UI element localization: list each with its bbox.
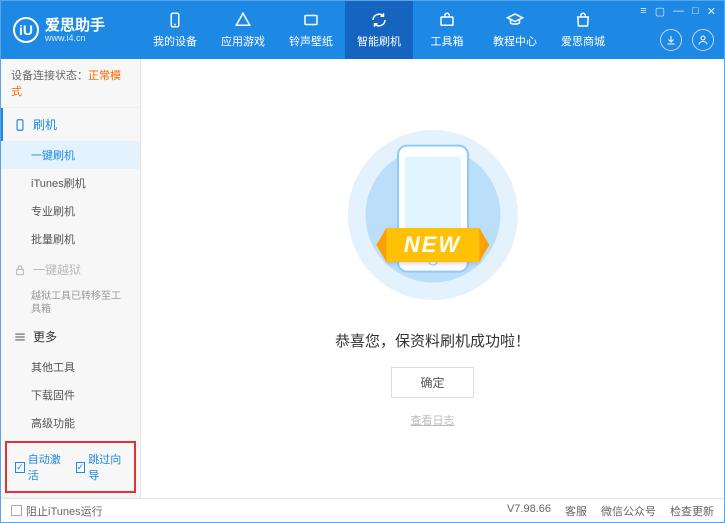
window-controls: ≡ ▢ — □ ✕: [632, 1, 724, 22]
nav-flash[interactable]: 智能刷机: [345, 1, 413, 59]
nav-toolbox[interactable]: 工具箱: [413, 1, 481, 59]
block-itunes-checkbox[interactable]: [11, 505, 22, 516]
title-bar: iU 爱思助手 www.i4.cn 我的设备 应用游戏 铃声壁纸 智能刷机 工具…: [1, 1, 724, 59]
sidebar-itunes-flash[interactable]: iTunes刷机: [1, 169, 140, 197]
nav-apps[interactable]: 应用游戏: [209, 1, 277, 59]
refresh-icon: [370, 11, 388, 29]
options-highlight-box: ✓自动激活 ✓跳过向导: [5, 441, 136, 493]
grad-cap-icon: [506, 11, 524, 29]
sidebar-advanced[interactable]: 高级功能: [1, 409, 140, 437]
skip-guide-checkbox[interactable]: ✓跳过向导: [76, 451, 127, 483]
jailbreak-note: 越狱工具已转移至工具箱: [1, 286, 140, 320]
version-label: V7.98.66: [507, 503, 551, 519]
logo-icon: iU: [13, 17, 39, 43]
sidebar-oneclick-flash[interactable]: 一键刷机: [1, 141, 140, 169]
confirm-button[interactable]: 确定: [391, 367, 473, 398]
connection-status: 设备连接状态：正常模式: [1, 59, 140, 108]
menu-icon[interactable]: ≡: [640, 5, 646, 18]
sidebar-pro-flash[interactable]: 专业刷机: [1, 197, 140, 225]
nav-tutorials[interactable]: 教程中心: [481, 1, 549, 59]
maximize-icon[interactable]: □: [692, 5, 699, 18]
wechat-link[interactable]: 微信公众号: [601, 503, 656, 519]
main-content: NEW 恭喜您，保资料刷机成功啦！ 确定 查看日志: [141, 59, 724, 498]
toolbox-icon: [438, 11, 456, 29]
sidebar-jailbreak-head[interactable]: 一键越狱: [1, 253, 140, 286]
success-illustration: NEW: [338, 130, 528, 300]
nav-ringtones[interactable]: 铃声壁纸: [277, 1, 345, 59]
customer-service-link[interactable]: 客服: [565, 503, 587, 519]
logo: iU 爱思助手 www.i4.cn: [1, 17, 141, 43]
check-update-link[interactable]: 检查更新: [670, 503, 714, 519]
user-icon[interactable]: [692, 29, 714, 51]
minimize-icon[interactable]: —: [673, 5, 684, 18]
close-icon[interactable]: ✕: [707, 5, 716, 18]
list-icon: [13, 330, 27, 344]
app-name: 爱思助手: [45, 18, 105, 33]
auto-activate-checkbox[interactable]: ✓自动激活: [15, 451, 66, 483]
success-message: 恭喜您，保资料刷机成功啦！: [335, 330, 530, 351]
nav-store[interactable]: 爱思商城: [549, 1, 617, 59]
block-itunes-label: 阻止iTunes运行: [26, 503, 103, 519]
apps-icon: [234, 11, 252, 29]
device-info: iPhone 12 mini 64GB Down-12mini-13,1: [1, 497, 140, 498]
phone-icon: [13, 118, 27, 132]
lock-icon: [13, 263, 27, 277]
nav-my-device[interactable]: 我的设备: [141, 1, 209, 59]
sidebar-batch-flash[interactable]: 批量刷机: [1, 225, 140, 253]
sidebar-download-firmware[interactable]: 下载固件: [1, 381, 140, 409]
sidebar-flash-head[interactable]: 刷机: [1, 108, 140, 141]
header-actions: [660, 29, 714, 51]
footer: 阻止iTunes运行 V7.98.66 客服 微信公众号 检查更新: [1, 498, 724, 522]
bag-icon: [574, 11, 592, 29]
skin-icon[interactable]: ▢: [655, 5, 665, 18]
phone-icon: [166, 11, 184, 29]
view-log-link[interactable]: 查看日志: [411, 412, 455, 428]
sidebar-other-tools[interactable]: 其他工具: [1, 353, 140, 381]
wallpaper-icon: [302, 11, 320, 29]
app-url: www.i4.cn: [45, 33, 105, 43]
download-icon[interactable]: [660, 29, 682, 51]
sidebar-more-head[interactable]: 更多: [1, 320, 140, 353]
new-banner: NEW: [386, 228, 479, 262]
sidebar: 设备连接状态：正常模式 刷机 一键刷机 iTunes刷机 专业刷机 批量刷机 一…: [1, 59, 141, 498]
